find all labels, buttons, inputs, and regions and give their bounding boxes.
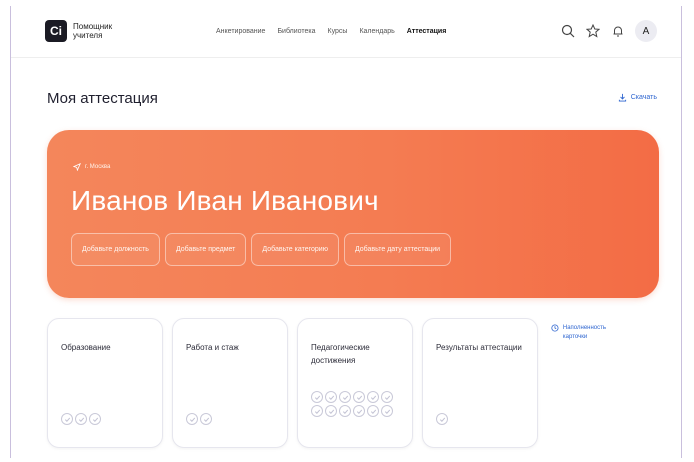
check-circle-icon <box>200 413 212 425</box>
search-icon[interactable] <box>560 23 576 39</box>
card-attestation-results[interactable]: Результаты аттестации <box>422 318 538 448</box>
check-circle-icon <box>89 413 101 425</box>
location-arrow-icon <box>73 163 81 171</box>
card-education[interactable]: Образование <box>47 318 163 448</box>
check-circle-icon <box>436 413 448 425</box>
header-tools: А <box>560 20 657 42</box>
check-list <box>61 413 153 425</box>
app-window: Ci Помощник учителя Анкетирование Библио… <box>10 6 682 458</box>
card-title: Образование <box>61 343 111 352</box>
fill-info-label: Наполненность карточки <box>562 325 607 340</box>
check-circle-icon <box>75 413 87 425</box>
top-navbar: Ci Помощник учителя Анкетирование Библио… <box>11 6 681 58</box>
add-position-button[interactable]: Добавьте должность <box>71 233 160 266</box>
check-list <box>186 413 278 425</box>
check-circle-icon <box>381 405 393 417</box>
nav-item-library[interactable]: Библиотека <box>277 28 315 35</box>
card-title: Работа и стаж <box>186 343 239 352</box>
check-list <box>436 413 528 425</box>
card-fill-info[interactable]: Наполненность карточки <box>551 324 631 342</box>
check-circle-icon <box>311 391 323 403</box>
card-title: Результаты аттестации <box>436 343 522 352</box>
logo[interactable]: Ci Помощник учителя <box>45 20 123 42</box>
check-circle-icon <box>61 413 73 425</box>
card-work-experience[interactable]: Работа и стаж <box>172 318 288 448</box>
logo-text: Помощник учителя <box>73 22 113 40</box>
check-circle-icon <box>367 391 379 403</box>
check-list <box>311 391 399 417</box>
nav-item-attestation[interactable]: Аттестация <box>407 28 447 35</box>
add-subject-button[interactable]: Добавьте предмет <box>164 233 247 266</box>
clock-icon <box>551 324 559 332</box>
check-circle-icon <box>325 391 337 403</box>
check-circle-icon <box>339 405 351 417</box>
city-label: г. Москва <box>85 164 111 170</box>
main-nav: Анкетирование Библиотека Курсы Календарь… <box>216 28 446 35</box>
download-icon <box>618 93 626 102</box>
profile-chips: Добавьте должность Добавьте предмет Доба… <box>71 233 452 266</box>
download-button[interactable]: Скачать <box>618 93 657 102</box>
page-title: Моя аттестация <box>47 90 158 107</box>
download-label: Скачать <box>630 94 657 101</box>
teacher-name: Иванов Иван Иванович <box>71 185 379 216</box>
check-circle-icon <box>353 391 365 403</box>
check-circle-icon <box>367 405 379 417</box>
check-circle-icon <box>339 391 351 403</box>
bell-icon[interactable] <box>610 23 626 39</box>
add-attestation-date-button[interactable]: Добавьте дату аттестации <box>343 233 452 266</box>
add-category-button[interactable]: Добавьте категорию <box>251 233 339 266</box>
card-title: Педагогические достижения <box>311 343 370 365</box>
nav-item-courses[interactable]: Курсы <box>328 28 348 35</box>
city-location: г. Москва <box>73 163 110 171</box>
star-icon[interactable] <box>585 23 601 39</box>
check-circle-icon <box>325 405 337 417</box>
check-circle-icon <box>186 413 198 425</box>
section-cards: Образование Работа и стаж Педагогические… <box>47 318 538 448</box>
avatar[interactable]: А <box>635 20 657 42</box>
profile-hero-card: г. Москва Иванов Иван Иванович Добавьте … <box>47 130 659 298</box>
nav-item-surveys[interactable]: Анкетирование <box>216 28 265 35</box>
nav-item-calendar[interactable]: Календарь <box>359 28 394 35</box>
check-circle-icon <box>353 405 365 417</box>
logo-mark: Ci <box>45 20 67 42</box>
check-circle-icon <box>381 391 393 403</box>
card-pedagogical-achievements[interactable]: Педагогические достижения <box>297 318 413 448</box>
check-circle-icon <box>311 405 323 417</box>
